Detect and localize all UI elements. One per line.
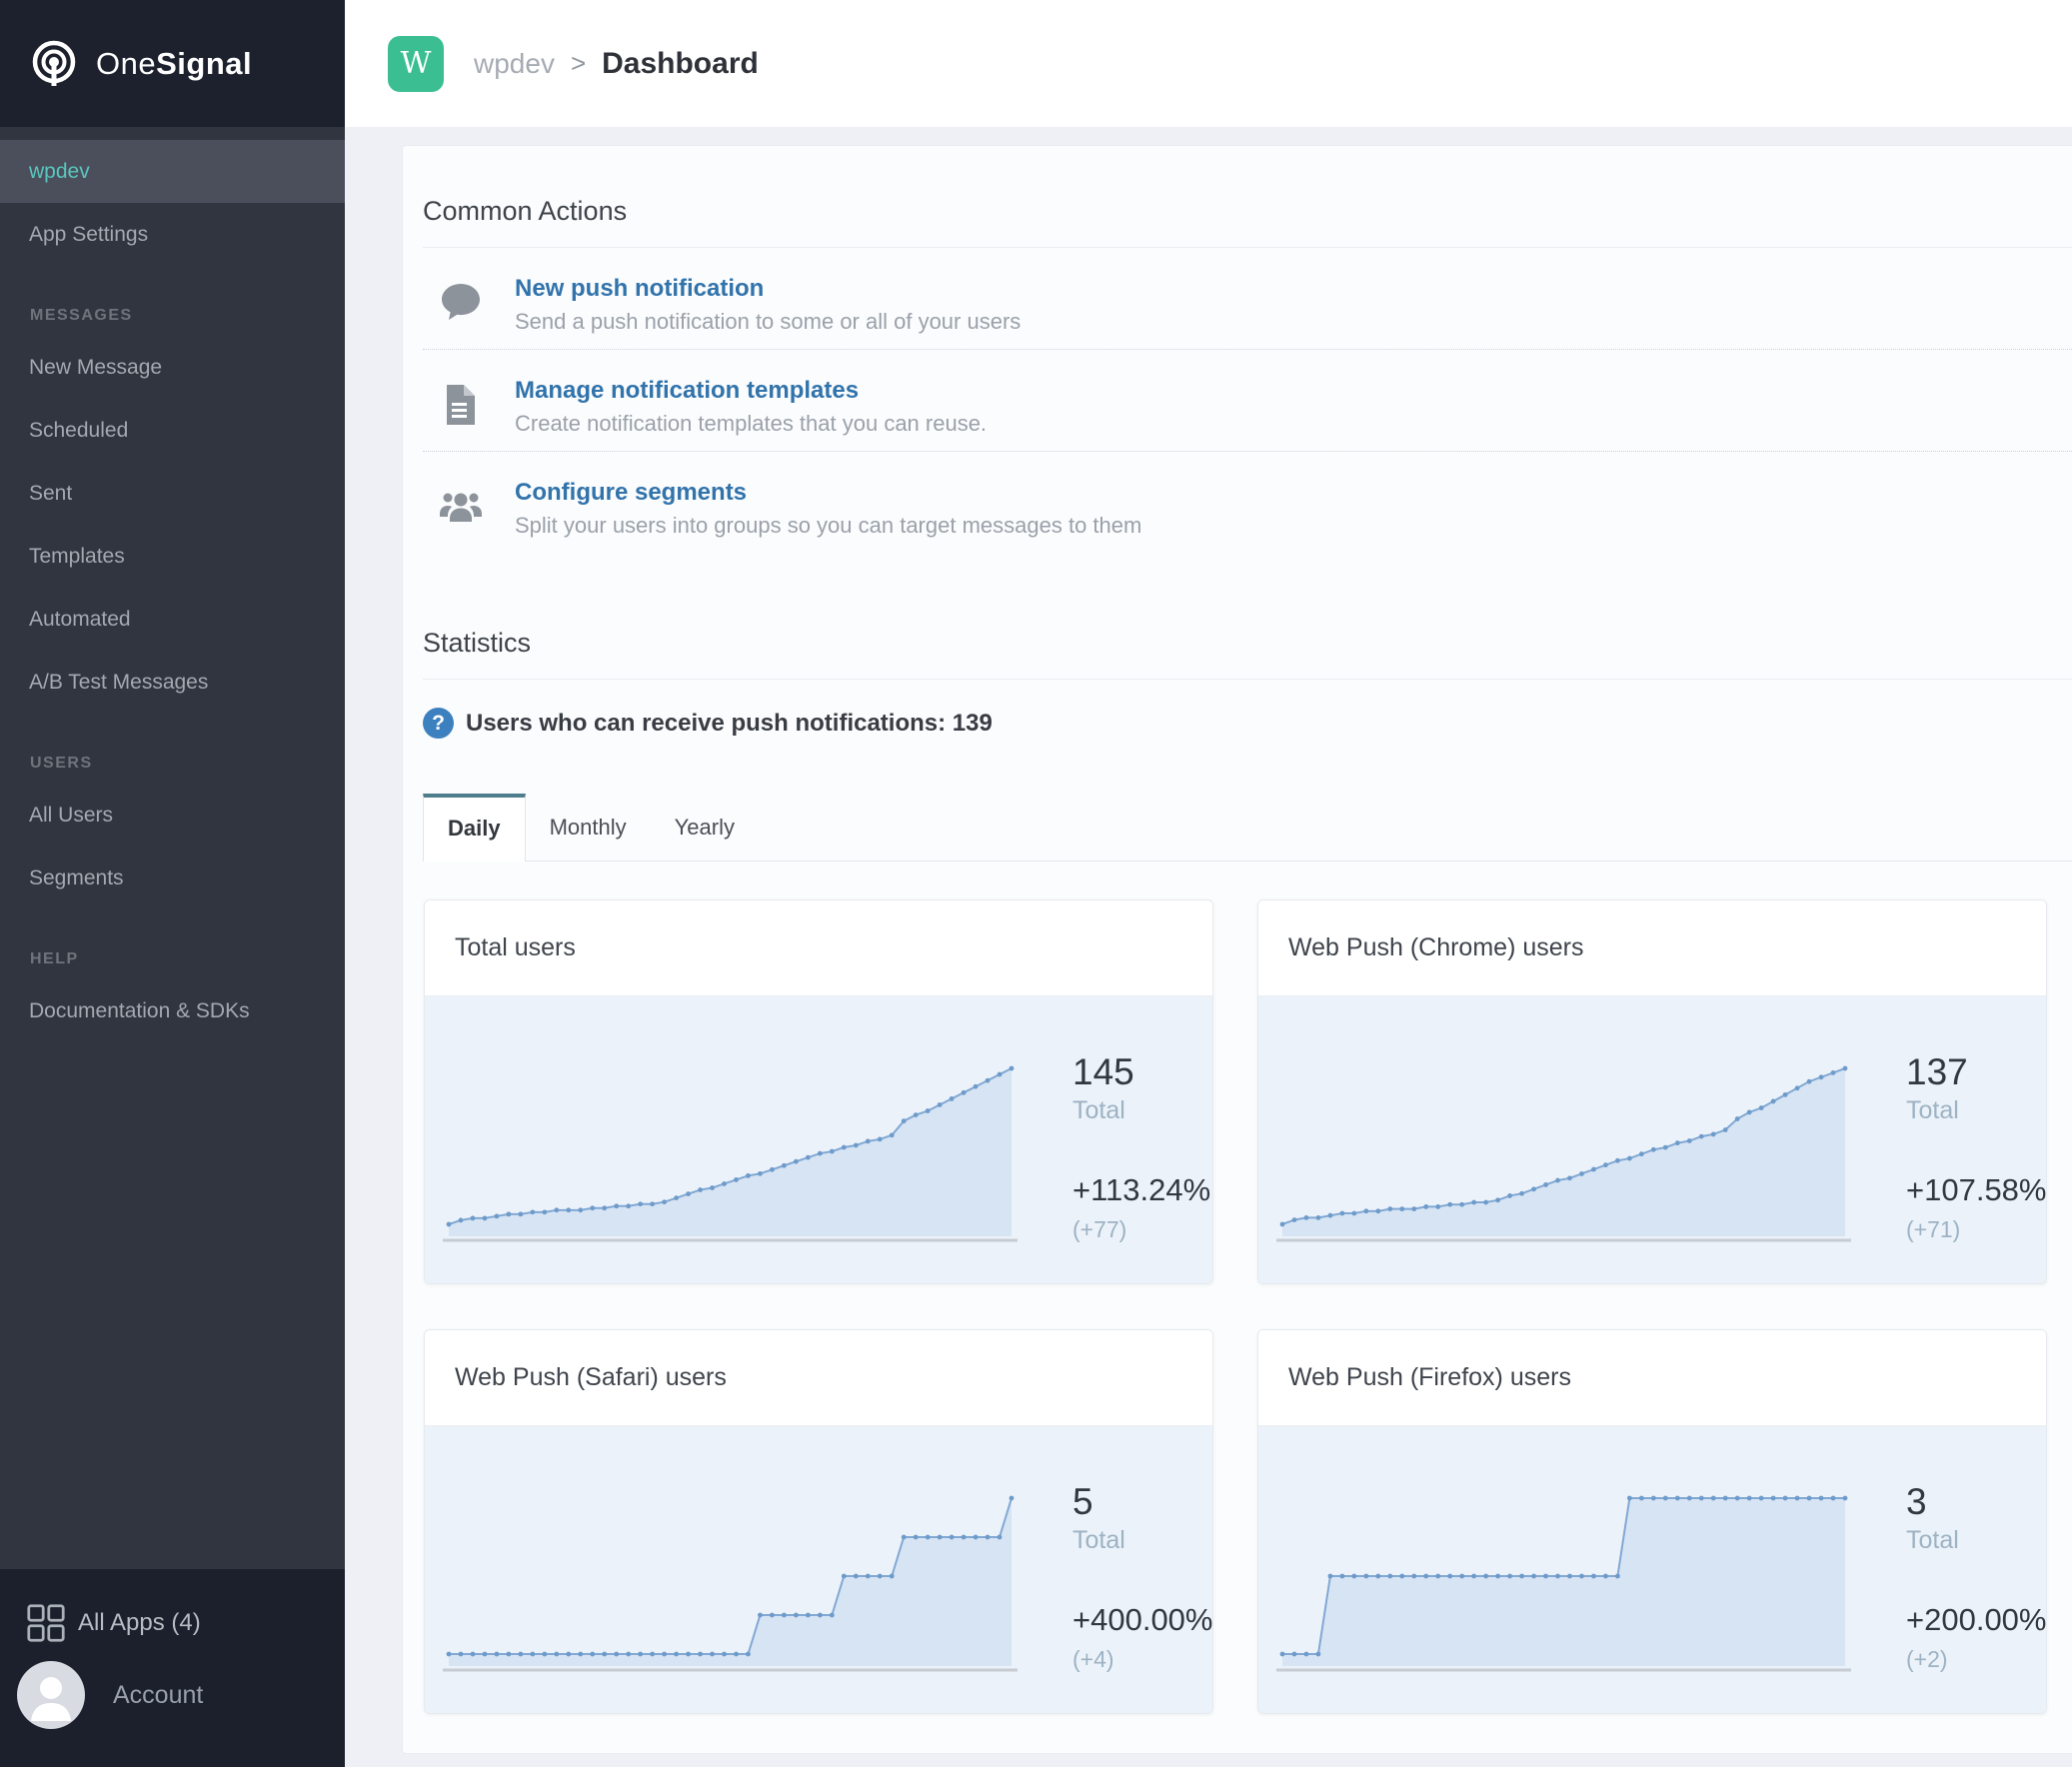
sidebar-item-scheduled[interactable]: Scheduled (0, 399, 345, 462)
card-stats: 145 Total +113.24% (+77) (1072, 1051, 1211, 1243)
stat-cards: Total users 145 Total +113.24% (+77) Web… (424, 899, 2072, 1714)
sidebar-section-help: HELP (30, 950, 79, 967)
card-stats: 137 Total +107.58% (+71) (1906, 1051, 2047, 1243)
area-chart-total-users (443, 1065, 1018, 1242)
total-label: Total (1906, 1526, 1959, 1554)
brand[interactable]: OneSignal (0, 0, 345, 127)
delta-value: (+4) (1072, 1646, 1114, 1672)
all-apps-button[interactable]: All Apps (4) (26, 1603, 345, 1643)
all-apps-label: All Apps (4) (78, 1609, 201, 1636)
delta-value: (+77) (1072, 1216, 1127, 1242)
stat-card-firefox-users: Web Push (Firefox) users 3 Total +200.00… (1257, 1329, 2047, 1714)
sidebar-item-automated[interactable]: Automated (0, 588, 345, 651)
manage-templates-subtitle: Create notification templates that you c… (515, 411, 988, 436)
tab-yearly[interactable]: Yearly (651, 794, 759, 861)
sidebar-item-app-settings[interactable]: App Settings (0, 203, 345, 266)
stat-card-safari-users: Web Push (Safari) users 5 Total +400.00%… (424, 1329, 1213, 1714)
sidebar-item-all-users[interactable]: All Users (0, 784, 345, 847)
percent-change: +200.00% (1906, 1602, 2047, 1637)
breadcrumb-separator: > (570, 48, 587, 78)
sidebar: OneSignal wpdev App Settings MESSAGES Ne… (0, 0, 345, 1767)
statistics-header: Statistics (423, 628, 2072, 680)
avatar (17, 1661, 85, 1729)
manage-templates-link[interactable]: Manage notification templates (515, 377, 987, 405)
account-label: Account (113, 1680, 204, 1709)
total-value: 145 (1072, 1051, 1134, 1092)
card-chart-safari-users: 5 Total +400.00% (+4) (425, 1426, 1213, 1713)
action-configure-segments: Configure segments Split your users into… (423, 452, 2072, 553)
card-title-chrome-users: Web Push (Chrome) users (1258, 900, 2046, 996)
statistics-title: Statistics (423, 628, 532, 658)
chat-bubble-icon (442, 284, 480, 320)
total-value: 137 (1906, 1051, 1968, 1092)
document-icon (447, 385, 475, 425)
sidebar-item-segments[interactable]: Segments (0, 847, 345, 909)
card-stats: 3 Total +200.00% (+2) (1906, 1481, 2047, 1673)
sidebar-item-wpdev[interactable]: wpdev (0, 140, 345, 203)
delta-value: (+2) (1906, 1646, 1948, 1672)
sidebar-section-messages: MESSAGES (30, 307, 133, 324)
sidebar-item-ab-test-messages[interactable]: A/B Test Messages (0, 651, 345, 714)
tab-monthly[interactable]: Monthly (526, 794, 651, 861)
percent-change: +107.58% (1906, 1172, 2047, 1207)
help-question-icon[interactable]: ? (423, 708, 454, 739)
card-title-total-users: Total users (425, 900, 1212, 996)
configure-segments-subtitle: Split your users into groups so you can … (515, 513, 1142, 538)
sidebar-section-users: USERS (30, 755, 93, 772)
delta-value: (+71) (1906, 1216, 1961, 1242)
grid-icon (27, 1604, 65, 1642)
tab-daily[interactable]: Daily (423, 794, 526, 862)
subscribers-label: Users who can receive push notifications… (466, 709, 993, 737)
area-chart-chrome-users (1276, 1065, 1851, 1242)
stat-card-total-users: Total users 145 Total +113.24% (+77) (424, 899, 1213, 1284)
card-title-firefox-users: Web Push (Firefox) users (1258, 1330, 2046, 1426)
action-new-push-notification: New push notification Send a push notifi… (423, 248, 2072, 350)
total-value: 3 (1906, 1481, 1927, 1522)
card-stats: 5 Total +400.00% (+4) (1072, 1481, 1213, 1673)
card-chart-total-users: 145 Total +113.24% (+77) (425, 996, 1212, 1283)
subscribers-row: ? Users who can receive push notificatio… (423, 708, 2072, 739)
period-tabs: Daily Monthly Yearly (423, 794, 2072, 862)
area-chart-safari-users (443, 1495, 1018, 1672)
dashboard-panel: Common Actions New push notification Sen… (402, 145, 2072, 1754)
total-label: Total (1072, 1096, 1125, 1124)
app-tile-icon: W (388, 35, 444, 92)
card-title-safari-users: Web Push (Safari) users (425, 1330, 1212, 1426)
onesignal-logo-icon (32, 40, 76, 86)
top-header: W wpdev > Dashboard (345, 0, 2072, 127)
page-title: Dashboard (602, 46, 759, 80)
sidebar-item-templates[interactable]: Templates (0, 525, 345, 588)
stat-card-chrome-users: Web Push (Chrome) users 137 Total +107.5… (1257, 899, 2047, 1284)
account-button[interactable]: Account (17, 1661, 345, 1729)
sidebar-item-new-message[interactable]: New Message (0, 336, 345, 399)
sidebar-item-documentation-sdks[interactable]: Documentation & SDKs (0, 979, 345, 1042)
percent-change: +113.24% (1072, 1172, 1211, 1207)
total-label: Total (1072, 1526, 1125, 1554)
total-value: 5 (1072, 1481, 1093, 1522)
sidebar-footer: All Apps (4) Account (0, 1569, 345, 1767)
people-icon (440, 493, 482, 522)
common-actions-header: Common Actions (423, 196, 2072, 248)
sidebar-item-sent[interactable]: Sent (0, 462, 345, 525)
total-label: Total (1906, 1096, 1959, 1124)
action-manage-templates: Manage notification templates Create not… (423, 350, 2072, 452)
area-chart-firefox-users (1276, 1495, 1851, 1672)
percent-change: +400.00% (1072, 1602, 1213, 1637)
card-chart-firefox-users: 3 Total +200.00% (+2) (1258, 1426, 2047, 1713)
sidebar-nav: wpdev App Settings MESSAGES New Message … (0, 140, 345, 1042)
common-actions-title: Common Actions (423, 196, 628, 226)
brand-name: OneSignal (96, 45, 253, 81)
card-chart-chrome-users: 137 Total +107.58% (+71) (1258, 996, 2047, 1283)
configure-segments-link[interactable]: Configure segments (515, 479, 1141, 507)
new-push-notification-link[interactable]: New push notification (515, 275, 1021, 303)
breadcrumb-app[interactable]: wpdev (474, 48, 555, 80)
new-push-notification-subtitle: Send a push notification to some or all … (515, 309, 1022, 334)
